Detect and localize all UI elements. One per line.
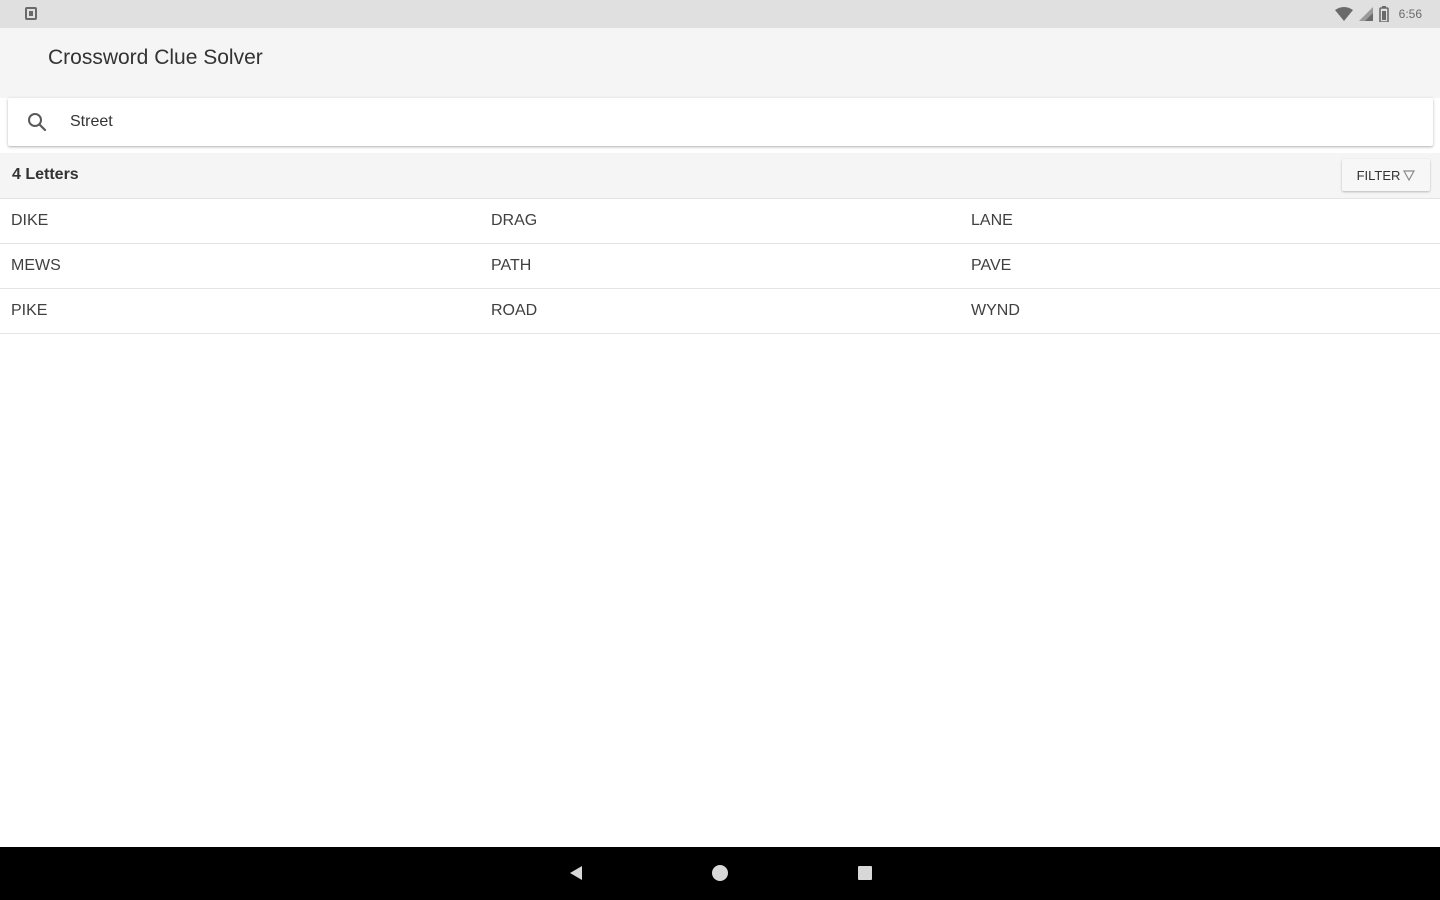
filter-icon	[1403, 170, 1416, 181]
search-input[interactable]	[68, 108, 1408, 136]
result-row: DIKE DRAG LANE	[0, 199, 1440, 244]
results-list: DIKE DRAG LANE MEWS PATH PAVE PIKE ROAD …	[0, 199, 1440, 334]
signal-icon	[1358, 7, 1373, 21]
status-time: 6:56	[1398, 7, 1422, 21]
app-title: Crossword Clue Solver	[48, 46, 263, 69]
results-header: 4 Letters FILTER	[0, 153, 1440, 199]
result-word[interactable]: PIKE	[0, 289, 480, 333]
notification-icon	[25, 7, 37, 20]
result-word[interactable]: DRAG	[480, 199, 960, 243]
result-word[interactable]: WYND	[960, 289, 1440, 333]
search-icon	[28, 113, 47, 132]
recents-icon[interactable]	[858, 866, 872, 880]
back-icon[interactable]	[568, 865, 584, 881]
result-word[interactable]: PATH	[480, 244, 960, 288]
result-word[interactable]: DIKE	[0, 199, 480, 243]
navigation-bar	[0, 847, 1440, 900]
status-icons: 6:56	[1334, 5, 1422, 23]
home-icon[interactable]	[712, 865, 728, 881]
result-word[interactable]: MEWS	[0, 244, 480, 288]
wifi-icon	[1334, 7, 1353, 21]
letter-count-title: 4 Letters	[12, 166, 79, 183]
result-word[interactable]: ROAD	[480, 289, 960, 333]
filter-label: FILTER	[1356, 167, 1401, 183]
result-row: PIKE ROAD WYND	[0, 289, 1440, 334]
result-row: MEWS PATH PAVE	[0, 244, 1440, 289]
app-bar: Crossword Clue Solver	[0, 28, 1440, 98]
filter-button[interactable]: FILTER	[1342, 159, 1430, 191]
result-word[interactable]: PAVE	[960, 244, 1440, 288]
search-bar[interactable]	[8, 98, 1433, 146]
result-word[interactable]: LANE	[960, 199, 1440, 243]
battery-icon	[1378, 6, 1389, 22]
status-bar: 6:56	[0, 0, 1440, 28]
